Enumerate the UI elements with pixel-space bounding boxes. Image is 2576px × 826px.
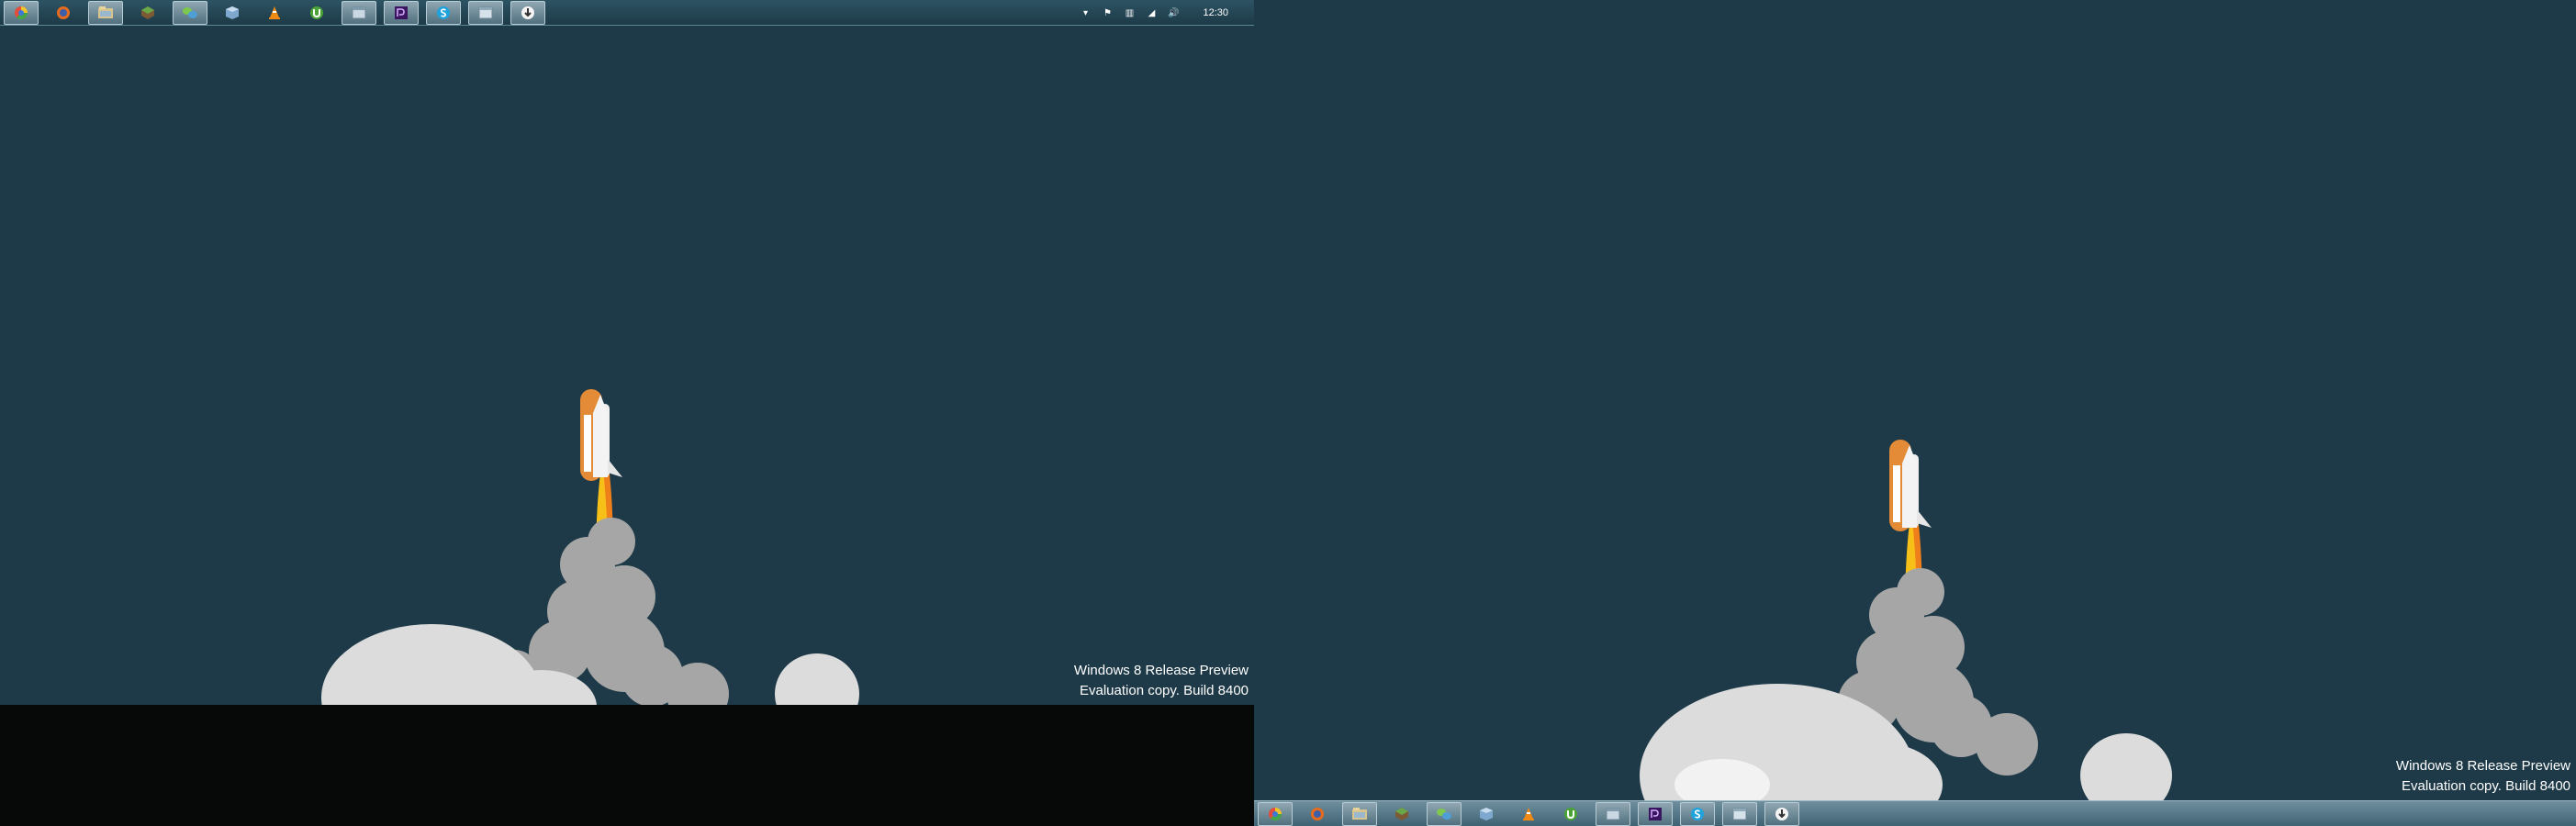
taskbar-button-downloader[interactable] — [510, 0, 545, 25]
taskbar-button-firefox[interactable] — [1300, 802, 1335, 826]
taskbar-button-virtualbox[interactable] — [1469, 802, 1504, 826]
rocket — [580, 389, 622, 481]
vlc-icon — [269, 6, 280, 19]
taskbar-button-messenger[interactable] — [173, 0, 207, 25]
taskbar-button-minecraft[interactable] — [1384, 802, 1419, 826]
network-adapter-icon[interactable]: ▥ — [1124, 7, 1135, 18]
rocket — [1889, 440, 1932, 531]
taskbar-button-window-2[interactable] — [1722, 801, 1757, 826]
firefox-icon — [1311, 807, 1324, 820]
chrome-icon — [15, 6, 28, 19]
skype-icon — [1691, 807, 1704, 820]
taskbar-button-virtualbox[interactable] — [215, 1, 250, 25]
windows-live-messenger-icon — [183, 6, 197, 18]
watermark-line-1: Windows 8 Release Preview — [1073, 663, 1249, 678]
windows-live-messenger-icon — [1437, 808, 1451, 820]
taskbar-button-window-1[interactable] — [342, 0, 376, 25]
premiere-icon — [395, 6, 408, 19]
download-icon — [521, 6, 534, 19]
signal-icon[interactable]: ◢ — [1146, 7, 1157, 18]
rocket-scene — [1640, 440, 2172, 826]
rocket-scene — [321, 389, 859, 705]
chevron-up-icon[interactable]: ▾ — [1080, 7, 1091, 18]
skype-icon — [437, 6, 450, 19]
flag-icon[interactable]: ⚑ — [1102, 7, 1113, 18]
taskbar-button-premiere[interactable] — [384, 0, 419, 25]
taskbar-button-file-explorer[interactable] — [1342, 801, 1377, 826]
utorrent-icon — [1564, 807, 1577, 820]
watermark-line-2: Evaluation copy. Build 8400 — [2401, 778, 2570, 794]
download-icon — [1775, 807, 1788, 820]
system-tray: ▾ ⚑ ▥ ◢ 🔊 12:30 — [1080, 0, 1254, 26]
taskbar-bottom — [1254, 800, 2576, 826]
window-icon — [1606, 808, 1620, 820]
firefox-icon — [57, 6, 70, 19]
watermark-line-2: Evaluation copy. Build 8400 — [1079, 683, 1249, 698]
window-icon — [352, 6, 366, 18]
taskbar-button-utorrent[interactable] — [299, 1, 334, 25]
taskbar-top: ▾ ⚑ ▥ ◢ 🔊 12:30 — [0, 0, 1254, 26]
premiere-icon — [1649, 807, 1662, 820]
taskbar-button-premiere[interactable] — [1638, 801, 1673, 826]
taskbar-button-chrome[interactable] — [4, 0, 39, 25]
virtualbox-icon — [226, 6, 239, 19]
taskbar-button-vlc[interactable] — [257, 1, 292, 25]
taskbar-button-downloader[interactable] — [1764, 801, 1799, 826]
file-explorer-icon — [1352, 807, 1367, 820]
volume-icon[interactable]: 🔊 — [1168, 7, 1179, 18]
taskbar-button-window-2[interactable] — [468, 0, 503, 25]
left-desktop: ▾ ⚑ ▥ ◢ 🔊 12:30 Windows 8 Release Previe… — [0, 0, 1254, 705]
watermark-line-1: Windows 8 Release Preview — [2395, 758, 2570, 774]
watermark: Windows 8 Release Preview Evaluation cop… — [2396, 756, 2570, 797]
rocket-launch-wallpaper — [1640, 440, 2172, 826]
taskbar-button-file-explorer[interactable] — [88, 0, 123, 25]
window-icon — [478, 6, 493, 18]
chrome-icon — [1269, 807, 1282, 820]
clock[interactable]: 12:30 — [1203, 7, 1228, 18]
vlc-icon — [1523, 807, 1534, 820]
unused-screen-area — [0, 705, 1254, 826]
taskbar-button-utorrent[interactable] — [1553, 802, 1588, 826]
minecraft-icon — [141, 6, 154, 19]
watermark: Windows 8 Release Preview Evaluation cop… — [1074, 661, 1249, 701]
utorrent-icon — [310, 6, 323, 19]
taskbar-button-skype[interactable] — [1680, 801, 1715, 826]
taskbar-button-messenger[interactable] — [1427, 801, 1462, 826]
taskbar-button-window-1[interactable] — [1596, 801, 1630, 826]
taskbar-button-minecraft[interactable] — [130, 1, 165, 25]
virtualbox-icon — [1480, 807, 1493, 820]
taskbar-button-firefox[interactable] — [46, 1, 81, 25]
file-explorer-icon — [98, 6, 113, 18]
minecraft-icon — [1395, 807, 1408, 820]
taskbar-button-vlc[interactable] — [1511, 802, 1546, 826]
taskbar-button-chrome[interactable] — [1258, 801, 1293, 826]
right-desktop: Windows 8 Release Preview Evaluation cop… — [1254, 0, 2576, 826]
rocket-launch-wallpaper — [321, 389, 859, 705]
window-icon — [1732, 808, 1747, 820]
taskbar-button-skype[interactable] — [426, 0, 461, 25]
